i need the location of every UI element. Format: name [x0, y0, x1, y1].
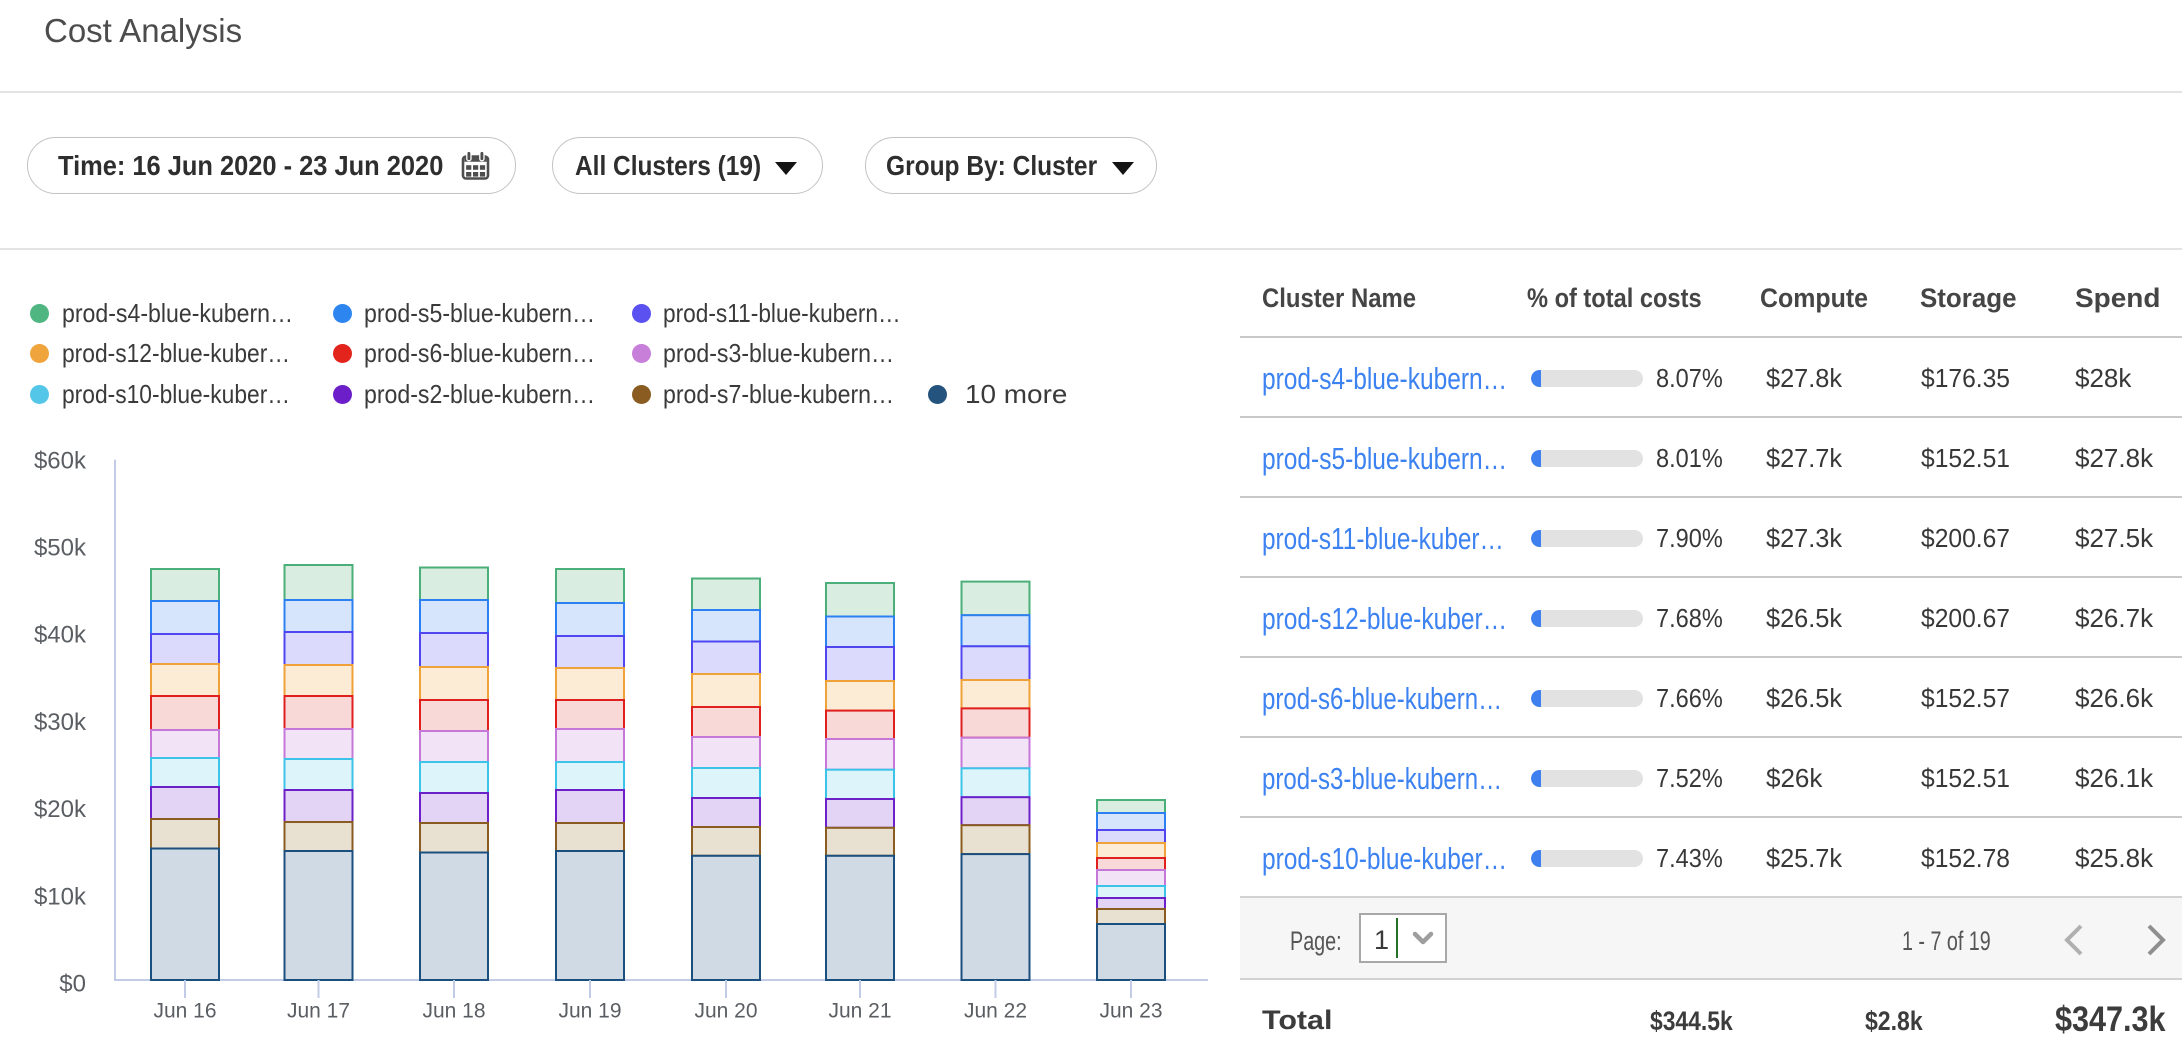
svg-text:Jun 23: Jun 23 [1099, 1000, 1162, 1023]
svg-text:Jun 21: Jun 21 [828, 1000, 891, 1023]
svg-text:$60k: $60k [34, 447, 87, 474]
svg-text:$20k: $20k [34, 796, 87, 823]
svg-text:Jun 22: Jun 22 [964, 1000, 1027, 1023]
svg-text:Jun 16: Jun 16 [153, 1000, 216, 1023]
svg-text:Jun 17: Jun 17 [287, 1000, 350, 1023]
svg-text:$0: $0 [59, 971, 86, 998]
svg-text:Jun 20: Jun 20 [694, 1000, 757, 1023]
svg-text:$40k: $40k [34, 622, 87, 649]
svg-text:$10k: $10k [34, 883, 87, 910]
svg-text:Jun 19: Jun 19 [558, 1000, 621, 1023]
svg-text:$50k: $50k [34, 535, 87, 562]
svg-text:$30k: $30k [34, 709, 87, 736]
svg-text:Jun 18: Jun 18 [422, 1000, 485, 1023]
